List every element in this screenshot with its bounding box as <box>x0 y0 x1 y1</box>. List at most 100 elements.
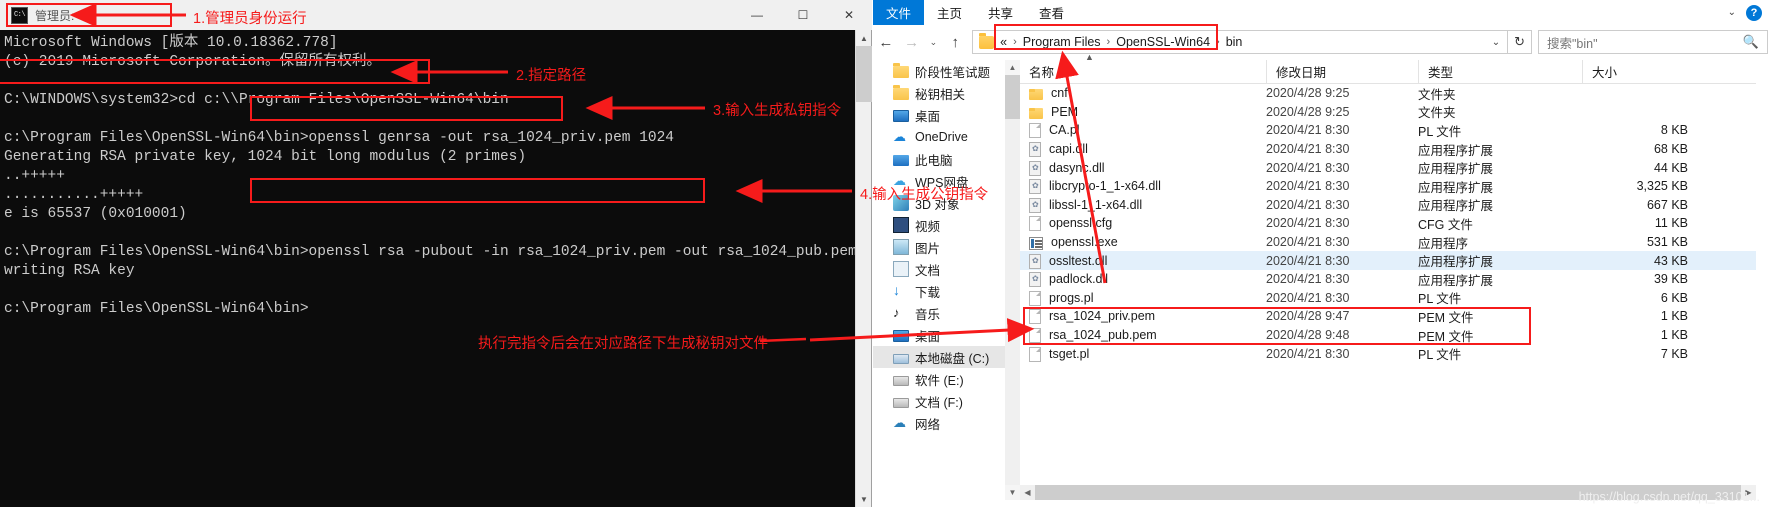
cloud-icon: ☁ <box>893 129 906 144</box>
sidebar-item-label: 桌面 <box>915 329 941 344</box>
back-button[interactable]: ← <box>873 27 899 57</box>
dll-icon <box>1029 142 1041 158</box>
recent-locations-button[interactable]: ⌄ <box>925 27 943 57</box>
maximize-button[interactable]: ☐ <box>780 0 826 30</box>
sidebar-item-0[interactable]: 阶段性笔试题 <box>873 60 1005 82</box>
sidebar-item-9[interactable]: 文档 <box>873 258 1005 280</box>
sidebar-item-8[interactable]: 图片 <box>873 236 1005 258</box>
column-header-1[interactable]: 修改日期 <box>1266 59 1418 84</box>
chevron-down-icon[interactable]: ⌄ <box>1492 37 1507 48</box>
document-icon <box>893 261 909 277</box>
table-row[interactable]: libssl-1_1-x64.dll 2020/4/21 8:30 应用程序扩展 66… <box>1020 196 1756 215</box>
sidebar-item-4[interactable]: 此电脑 <box>873 148 1005 170</box>
table-row[interactable]: ossltest.dll 2020/4/21 8:30 应用程序扩展 43 KB <box>1020 251 1756 270</box>
table-row[interactable]: cnf 2020/4/28 9:25 文件夹 <box>1020 84 1756 103</box>
file-date-cell: 2020/4/21 8:30 <box>1266 235 1350 250</box>
scroll-up-arrow[interactable]: ▲ <box>1005 60 1020 75</box>
desktop-icon <box>893 330 909 342</box>
scroll-down-arrow[interactable]: ▼ <box>1005 485 1020 500</box>
file-type-cell: PL 文件 <box>1418 348 1462 363</box>
table-row[interactable]: rsa_1024_pub.pem 2020/4/28 9:48 PEM 文件 1 KB <box>1020 326 1756 345</box>
file-type-cell: 应用程序扩展 <box>1418 273 1494 288</box>
sidebar-item-3[interactable]: ☁ OneDrive <box>873 126 1005 148</box>
forward-button[interactable]: → <box>899 27 925 57</box>
file-name-cell: tsget.pl <box>1020 346 1266 362</box>
column-header-0[interactable]: 名称 <box>1020 60 1266 84</box>
console-line: ..+++++ <box>4 168 65 184</box>
table-row[interactable]: capi.dll 2020/4/21 8:30 应用程序扩展 68 KB <box>1020 140 1756 159</box>
file-icon <box>1029 309 1041 325</box>
sidebar-item-15[interactable]: 文档 (F:) <box>873 390 1005 412</box>
scroll-thumb[interactable] <box>1005 75 1020 119</box>
file-name-label: rsa_1024_priv.pem <box>1049 309 1156 324</box>
file-type-cell: 文件夹 <box>1418 106 1456 121</box>
sidebar-item-10[interactable]: ↓ 下载 <box>873 280 1005 302</box>
exe-icon <box>1029 236 1043 250</box>
breadcrumb[interactable]: « › Program Files › OpenSSL-Win64 › bin … <box>972 30 1509 54</box>
close-button[interactable]: ✕ <box>826 0 872 30</box>
file-name-cell: libssl-1_1-x64.dll <box>1020 197 1266 213</box>
file-size-cell: 39 KB <box>1653 272 1688 287</box>
file-date-cell: 2020/4/21 8:30 <box>1266 253 1350 268</box>
sidebar-item-2[interactable]: 桌面 <box>873 104 1005 126</box>
navigation-pane-scrollbar[interactable]: ▲ ▼ <box>1005 60 1020 500</box>
file-type-cell: PL 文件 <box>1418 292 1462 307</box>
ribbon-tab-2[interactable]: 共享 <box>975 0 1026 25</box>
help-icon[interactable]: ? <box>1746 4 1762 21</box>
scroll-left-arrow[interactable]: ◀ <box>1020 485 1035 500</box>
chevron-down-icon[interactable]: ⌄ <box>1728 7 1736 18</box>
table-row[interactable]: libcrypto-1_1-x64.dll 2020/4/21 8:30 应用程序扩… <box>1020 177 1756 196</box>
table-row[interactable]: CA.pl 2020/4/21 8:30 PL 文件 8 KB <box>1020 121 1756 140</box>
table-row[interactable]: tsget.pl 2020/4/21 8:30 PL 文件 7 KB <box>1020 344 1756 363</box>
command-prompt-window: C:\ 管理员: — ☐ ✕ Microsoft Windows [版本 10.… <box>0 0 872 507</box>
sidebar-item-1[interactable]: 秘钥相关 <box>873 82 1005 104</box>
scroll-up-arrow[interactable]: ▲ <box>856 30 872 46</box>
ribbon-tab-0[interactable]: 文件 <box>873 0 925 25</box>
table-row[interactable]: dasync.dll 2020/4/21 8:30 应用程序扩展 44 KB <box>1020 158 1756 177</box>
ribbon-tab-1[interactable]: 主页 <box>924 0 975 25</box>
table-row[interactable]: openssl.exe 2020/4/21 8:30 应用程序 531 KB <box>1020 233 1756 252</box>
ribbon-tab-3[interactable]: 查看 <box>1026 0 1077 25</box>
file-date-cell: 2020/4/21 8:30 <box>1266 272 1350 287</box>
scroll-down-arrow[interactable]: ▼ <box>856 491 872 507</box>
minimize-button[interactable]: — <box>734 0 780 30</box>
cmd-window-title: 管理员: <box>35 8 75 23</box>
sidebar-item-label: 网络 <box>915 417 941 432</box>
table-row[interactable]: progs.pl 2020/4/21 8:30 PL 文件 6 KB <box>1020 289 1756 308</box>
sidebar-item-14[interactable]: 软件 (E:) <box>873 368 1005 390</box>
annotation-label-2: 2.指定路径 <box>516 68 587 84</box>
breadcrumb-part-1[interactable]: OpenSSL-Win64 <box>1116 35 1210 49</box>
sidebar-item-13[interactable]: 本地磁盘 (C:) <box>873 346 1005 368</box>
drive-icon <box>893 376 909 386</box>
file-name-cell: openssl.exe <box>1020 235 1266 250</box>
column-header-3[interactable]: 大小 <box>1582 59 1702 84</box>
up-button[interactable]: ↑ <box>942 27 968 57</box>
breadcrumb-part-2[interactable]: bin <box>1226 35 1243 49</box>
console-scrollbar[interactable]: ▲ ▼ <box>855 30 872 507</box>
table-row[interactable]: PEM 2020/4/28 9:25 文件夹 <box>1020 103 1756 122</box>
sidebar-item-16[interactable]: ☁ 网络 <box>873 412 1005 434</box>
scroll-thumb[interactable] <box>856 46 872 102</box>
file-list[interactable]: cnf 2020/4/28 9:25 文件夹 PEM 2020/4/28 9:25 文件夹… <box>1020 84 1756 480</box>
table-row[interactable]: rsa_1024_priv.pem 2020/4/28 9:47 PEM 文件 1 K… <box>1020 307 1756 326</box>
breadcrumb-part-0[interactable]: Program Files <box>1023 35 1101 49</box>
scroll-track[interactable] <box>1005 119 1020 485</box>
search-icon[interactable]: 🔍 <box>1743 34 1759 50</box>
sidebar-item-label: 软件 (E:) <box>915 373 964 388</box>
file-date-cell: 2020/4/21 8:30 <box>1266 290 1350 305</box>
sidebar-item-11[interactable]: ♪ 音乐 <box>873 302 1005 324</box>
file-type-cell: 应用程序扩展 <box>1418 180 1494 195</box>
refresh-button[interactable]: ↻ <box>1508 30 1532 54</box>
sidebar-item-12[interactable]: 桌面 <box>873 324 1005 346</box>
annotation-label-1: 1.管理员身份运行 <box>193 11 307 27</box>
table-row[interactable]: padlock.dll 2020/4/21 8:30 应用程序扩展 39 KB <box>1020 270 1756 289</box>
sidebar-item-7[interactable]: 视频 <box>873 214 1005 236</box>
search-input[interactable]: 搜索"bin" 🔍 <box>1537 30 1768 54</box>
table-row[interactable]: openssl.cfg 2020/4/21 8:30 CFG 文件 11 KB <box>1020 214 1756 233</box>
sidebar-item-label: 此电脑 <box>915 153 953 168</box>
column-header-2[interactable]: 类型 <box>1418 59 1582 84</box>
cmd-title-bar[interactable]: C:\ 管理员: — ☐ ✕ <box>0 0 872 30</box>
file-explorer-window: 文件 主页 共享 查看 ⌄ ? ← → ⌄ ↑ « › Program Files ›… <box>873 0 1768 507</box>
folder-icon <box>979 32 995 49</box>
